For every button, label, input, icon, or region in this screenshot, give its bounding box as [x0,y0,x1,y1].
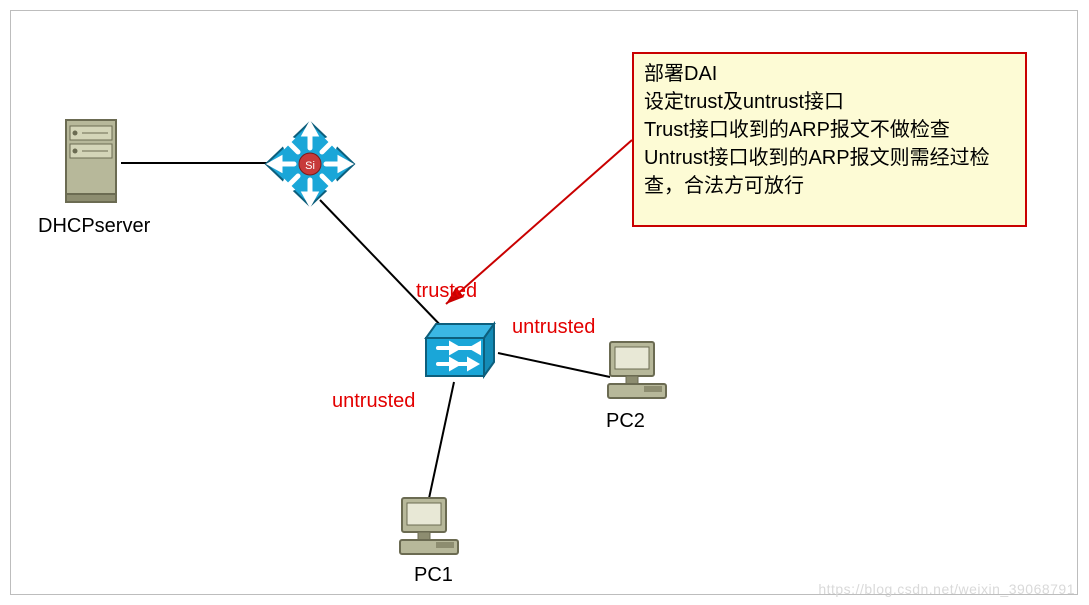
callout-line-1: 部署DAI [644,60,1015,88]
access-switch-icon [420,318,500,384]
port-label-trusted: trusted [416,280,477,303]
svg-text:Si: Si [305,160,315,172]
callout-line-2: 设定trust及untrust接口 [644,88,1015,116]
callout-line-3: Trust接口收到的ARP报文不做检查 [644,116,1015,144]
callout-line-4: Untrust接口收到的ARP报文则需经过检查，合法方可放行 [644,144,1015,200]
dhcp-server-label: DHCPserver [38,215,150,238]
watermark: https://blog.csdn.net/weixin_39068791 [818,581,1075,597]
pc1-label: PC1 [414,564,453,587]
port-label-untrusted-pc2: untrusted [512,316,595,339]
pc2-icon [604,338,674,404]
dai-callout: 部署DAI 设定trust及untrust接口 Trust接口收到的ARP报文不… [632,52,1027,227]
server-icon [60,118,122,204]
core-switch-icon: Si [262,118,358,210]
pc2-label: PC2 [606,410,645,433]
pc1-icon [396,494,466,560]
port-label-untrusted-pc1: untrusted [332,390,415,413]
